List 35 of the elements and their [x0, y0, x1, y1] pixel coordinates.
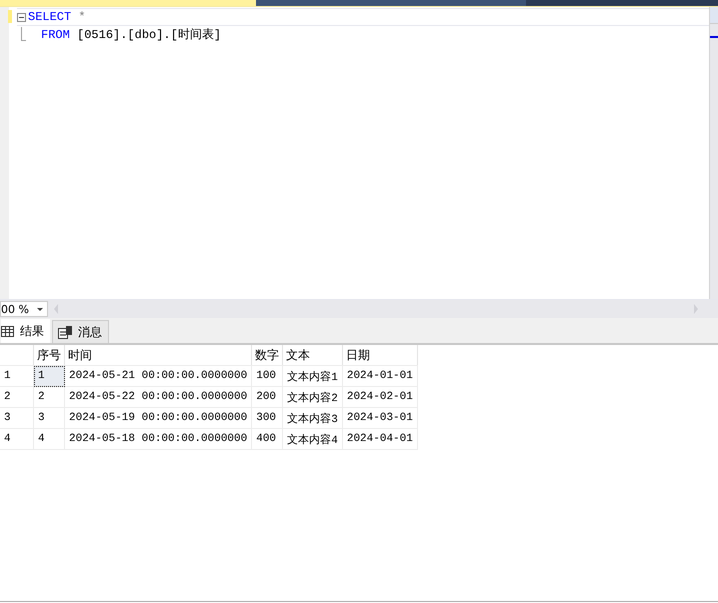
table-cell[interactable]: 2024-05-19 00:00:00.0000000 — [64, 408, 252, 428]
table-cell[interactable]: 200 — [252, 386, 283, 408]
row-number[interactable]: 2 — [0, 386, 34, 408]
row-number[interactable]: 4 — [0, 428, 34, 450]
table-cell[interactable]: 文本内容3 — [282, 408, 342, 428]
code-line: FROM [0516].[dbo].[时间表] — [41, 26, 222, 42]
table-cell[interactable]: 100 — [252, 366, 283, 386]
table-cell[interactable]: 300 — [252, 408, 283, 428]
table-cell[interactable]: 2024-05-22 00:00:00.0000000 — [64, 386, 252, 408]
table-cell[interactable]: 文本内容2 — [282, 386, 342, 408]
table-cell[interactable]: 2024-02-01 — [342, 386, 418, 408]
table-cell[interactable]: 1 — [34, 366, 64, 386]
table-cell[interactable]: 文本内容1 — [282, 366, 342, 386]
collapse-icon[interactable] — [17, 12, 26, 22]
code-line: SELECT * — [28, 10, 86, 24]
result-tab[interactable]: 消息 — [52, 320, 109, 343]
column-header[interactable]: 数字 — [252, 345, 283, 366]
table-cell[interactable]: 400 — [252, 428, 283, 450]
column-header[interactable]: 日期 — [342, 345, 418, 366]
grid-icon — [1, 326, 14, 336]
table-cell[interactable]: 2 — [34, 386, 64, 408]
table-cell[interactable]: 2024-01-01 — [342, 366, 418, 386]
result-tab[interactable]: 结果 — [0, 318, 51, 343]
table-cell[interactable]: 2024-05-18 00:00:00.0000000 — [64, 428, 252, 450]
table-cell[interactable]: 文本内容4 — [282, 428, 342, 450]
document-icon — [58, 326, 72, 338]
table-cell[interactable]: 2024-05-21 00:00:00.0000000 — [64, 366, 252, 386]
table-cell[interactable]: 2024-04-01 — [342, 428, 418, 450]
table-cell[interactable]: 3 — [34, 408, 64, 428]
column-header[interactable]: 文本 — [282, 345, 342, 366]
zoom-dropdown[interactable]: 00 % — [0, 301, 48, 317]
table-cell[interactable]: 2024-03-01 — [342, 408, 418, 428]
column-header[interactable]: 时间 — [64, 345, 252, 366]
row-number[interactable]: 3 — [0, 408, 34, 428]
table-cell[interactable]: 4 — [34, 428, 64, 450]
